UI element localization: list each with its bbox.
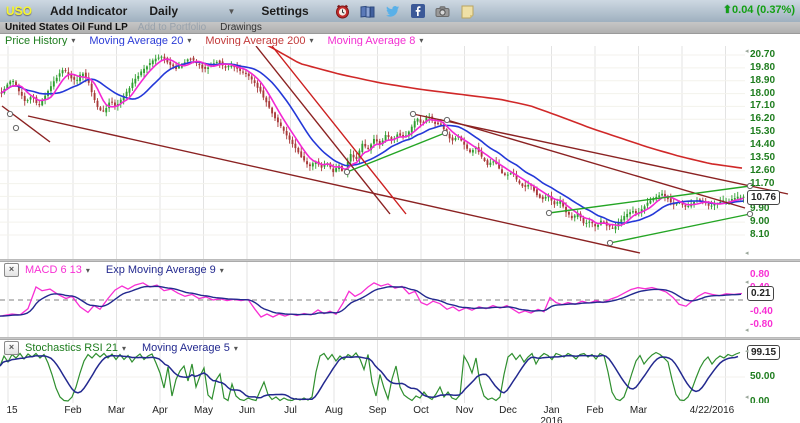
trendline-handle[interactable] [546,210,551,215]
note-icon[interactable] [460,3,476,19]
drawn-trendline[interactable] [272,46,406,214]
add-indicator-button[interactable]: Add Indicator [50,4,127,18]
chevron-down-icon: ▾ [234,344,238,353]
subheader: United States Oil Fund LP Add to Portfol… [0,22,800,34]
stoch-dropdown[interactable]: Stochastics RSI 21▾ [25,342,126,354]
trendline-handle[interactable] [344,169,349,174]
stoch-header: × Stochastics RSI 21▾ Moving Average 5▾ [0,341,248,355]
ma20-dropdown[interactable]: Moving Average 20▾ [89,35,191,47]
macd-ema-dropdown[interactable]: Exp Moving Average 9▾ [106,264,224,276]
macd-dropdown[interactable]: MACD 6 13▾ [25,264,90,276]
chevron-down-icon: ▾ [309,36,313,45]
macd-header: × MACD 6 13▾ Exp Moving Average 9▾ [0,263,234,277]
add-to-portfolio-link[interactable]: Add to Portfolio [138,22,206,33]
price-chart-svg[interactable] [0,46,800,259]
up-arrow-icon: ⬆ [723,4,732,16]
chevron-down-icon: ▾ [419,36,423,45]
trendline-handle[interactable] [410,111,415,116]
trendline-handle[interactable] [13,125,18,130]
stoch-ma-dropdown[interactable]: Moving Average 5▾ [142,342,238,354]
close-icon[interactable]: × [4,263,19,277]
chevron-down-icon: ▾ [86,266,90,275]
period-dropdown[interactable]: Daily ▼ [149,4,235,18]
ma8-dropdown[interactable]: Moving Average 8▾ [327,35,423,47]
close-icon[interactable]: × [4,341,19,355]
trendline-handle[interactable] [442,130,447,135]
price-history-dropdown[interactable]: Price History▾ [5,35,75,47]
trendline-handle[interactable] [444,117,449,122]
trendline-handle[interactable] [607,240,612,245]
twitter-icon[interactable] [385,3,401,19]
drawn-trendline[interactable] [447,120,745,208]
layout-panels-icon[interactable] [360,3,376,19]
alerts-clock-icon[interactable] [335,3,351,19]
period-value: Daily [149,4,178,18]
toolbar: USO Add Indicator Daily ▼ Settings [0,0,800,22]
chevron-down-icon: ▼ [227,7,235,16]
settings-button[interactable]: Settings [261,4,308,18]
chevron-down-icon: ▾ [220,266,224,275]
camera-icon[interactable] [435,3,451,19]
drawn-trendline[interactable] [256,46,390,214]
time-axis-label: Mar [609,405,669,416]
drawings-menu[interactable]: Drawings [220,22,262,33]
toolbar-icons [335,3,476,19]
price-chart-panel [0,46,800,259]
fund-name: United States Oil Fund LP [5,22,128,33]
trendline-handle[interactable] [747,183,752,188]
time-axis: 15FebMarAprMayJunJulAugSepOctNovDecJan 2… [0,403,800,423]
time-axis-label: 15 [0,405,42,416]
facebook-icon[interactable] [410,3,426,19]
chevron-down-icon: ▾ [187,36,191,45]
price-change: ⬆0.04 (0.37%) [723,3,795,16]
chevron-down-icon: ▾ [71,36,75,45]
symbol-tab[interactable]: USO [6,4,32,18]
price-change-text: 0.04 (0.37%) [732,4,795,16]
trendline-handle[interactable] [747,211,752,216]
indicator-bar: Price History▾ Moving Average 20▾ Moving… [0,35,800,46]
chevron-down-icon: ▾ [122,344,126,353]
ma200-dropdown[interactable]: Moving Average 200▾ [205,35,313,47]
time-axis-label: 4/22/2016 [682,405,742,416]
trendline-handle[interactable] [7,111,12,116]
chart-application: USO Add Indicator Daily ▼ Settings [0,0,800,423]
